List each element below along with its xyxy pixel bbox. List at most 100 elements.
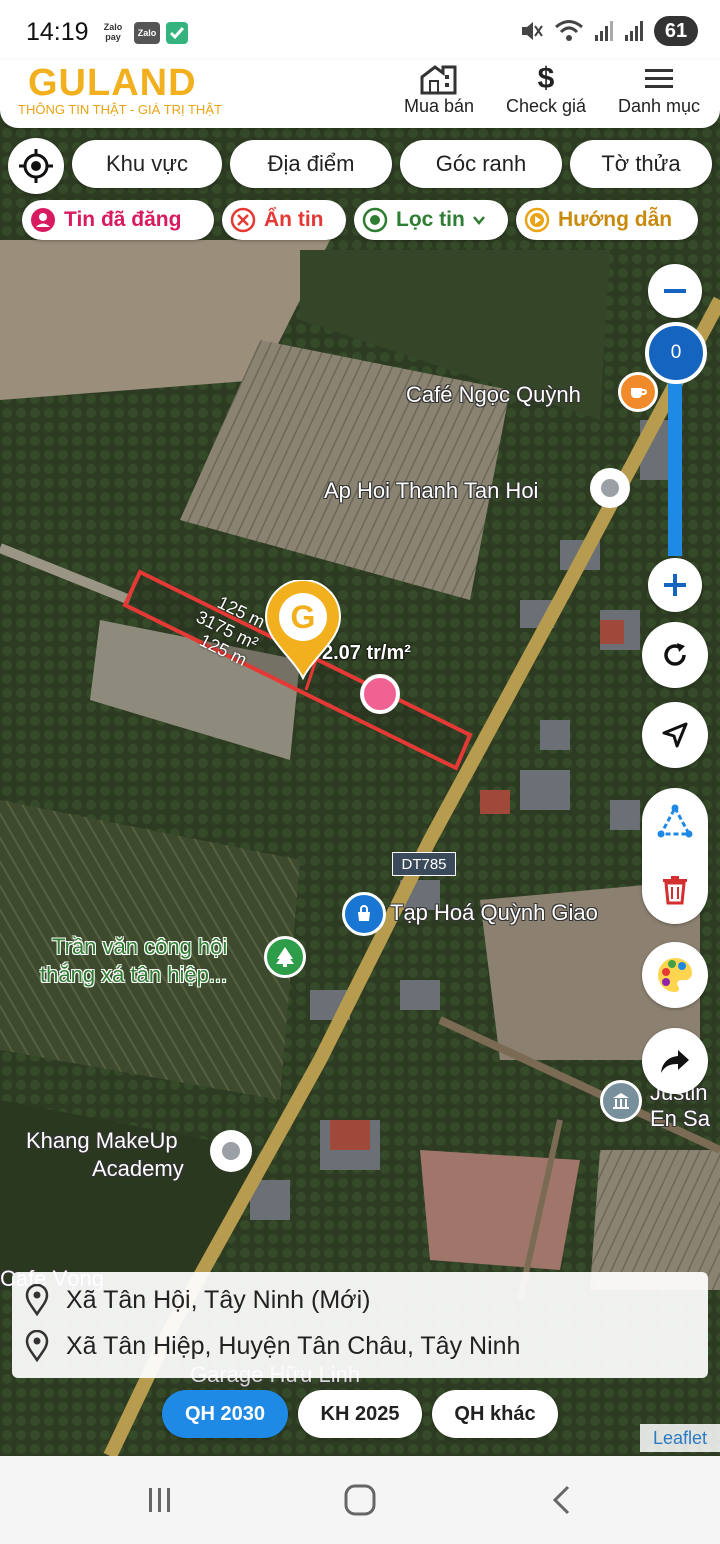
zalopay-label: Zalo pay — [103, 22, 123, 42]
poi-label-cafe[interactable]: Café Ngọc Quỳnh — [406, 382, 581, 408]
map-style-button[interactable] — [642, 942, 708, 1008]
wifi-icon — [555, 20, 583, 41]
address-panel: Xã Tân Hội, Tây Ninh (Mới) Xã Tân Hiệp, … — [12, 1272, 708, 1378]
share-button[interactable] — [642, 1028, 708, 1094]
guland-logo[interactable]: GULAND THÔNG TIN THẬT - GIÁ TRỊ THẬT — [18, 60, 248, 128]
nav-menu[interactable]: Danh mục — [612, 62, 706, 117]
crosshair-icon — [19, 149, 53, 183]
minus-icon — [664, 289, 686, 293]
chip-hide-label: Ẩn tin — [264, 208, 324, 231]
app-header: GULAND THÔNG TIN THẬT - GIÁ TRỊ THẬT Mua… — [0, 60, 720, 128]
tree-icon[interactable] — [264, 936, 306, 978]
store-icon[interactable] — [342, 892, 386, 936]
chip-guide[interactable]: Hướng dẫn — [516, 200, 698, 240]
zoom-in-button[interactable] — [648, 558, 702, 612]
draw-tools-group — [642, 788, 708, 924]
plan-other-button[interactable]: QH khác — [432, 1390, 558, 1438]
poi-label-ap[interactable]: Ap Hoi Thanh Tan Hoi — [324, 478, 538, 504]
refresh-button[interactable] — [642, 622, 708, 688]
chip-posted-label: Tin đã đăng — [64, 208, 182, 231]
recents-button[interactable] — [140, 1480, 180, 1520]
zoom-out-button[interactable] — [648, 264, 702, 318]
address-new: Xã Tân Hội, Tây Ninh (Mới) — [24, 1284, 370, 1316]
plan-qh2030-button[interactable]: QH 2030 — [162, 1390, 288, 1438]
filter-parcel[interactable]: Tờ thửa — [570, 140, 712, 188]
navigation-arrow-icon — [662, 722, 688, 748]
road-label: DT785 — [401, 856, 447, 873]
plus-icon — [664, 574, 686, 596]
address-new-text: Xã Tân Hội, Tây Ninh (Mới) — [66, 1285, 371, 1314]
zalopay-icon: Zalo pay — [100, 22, 126, 44]
status-time: 14:19 — [26, 18, 89, 46]
location-pin-icon — [25, 1284, 49, 1316]
nav-menu-label: Danh mục — [617, 96, 701, 116]
home-button[interactable] — [340, 1480, 380, 1520]
my-location-button[interactable] — [8, 138, 64, 194]
place-pin-icon[interactable] — [210, 1130, 252, 1172]
palette-icon — [657, 958, 693, 992]
status-bar: 14:19 Zalo pay Zalo 61 — [0, 0, 720, 60]
recents-icon — [149, 1488, 170, 1512]
chip-filter-label: Lọc tin — [396, 208, 465, 231]
back-icon — [552, 1485, 570, 1515]
listing-marker[interactable]: G — [264, 579, 342, 681]
signal-icon — [595, 21, 613, 41]
poi-label-makeup-1[interactable]: Khang MakeUp — [26, 1128, 178, 1154]
guland-marker-icon: G — [264, 579, 342, 681]
nav-buy-sell-label: Mua bán — [403, 96, 475, 116]
chip-posted-listings[interactable]: Tin đã đăng — [22, 200, 214, 240]
logo-tagline: THÔNG TIN THẬT - GIÁ TRỊ THẬT — [18, 102, 222, 117]
address-old: Xã Tân Hiệp, Huyện Tân Châu, Tây Ninh — [24, 1330, 520, 1362]
menu-icon — [612, 62, 706, 96]
cafe-icon[interactable] — [618, 372, 658, 412]
poi-label-tree-1[interactable]: Trần văn công hội — [52, 934, 227, 960]
close-circle-icon — [230, 207, 256, 233]
trash-icon — [663, 876, 687, 905]
target-icon — [362, 207, 388, 233]
zalo-icon: Zalo — [134, 22, 160, 44]
poi-label-store[interactable]: Tạp Hoá Quỳnh Giao — [390, 900, 598, 926]
navigate-button[interactable] — [642, 702, 708, 768]
location-pin-icon — [25, 1330, 49, 1362]
zoom-level: 0 — [670, 342, 682, 363]
leaflet-attribution[interactable]: Leaflet — [640, 1424, 720, 1452]
measure-tool-button[interactable] — [655, 802, 695, 842]
logo-text: GULAND — [28, 62, 197, 104]
poi-label-makeup-2[interactable]: Academy — [92, 1156, 184, 1182]
zoom-slider-knob[interactable]: 0 — [645, 322, 707, 384]
pink-location-dot[interactable] — [360, 674, 400, 714]
back-button[interactable] — [542, 1480, 582, 1520]
chip-hide-listings[interactable]: Ẩn tin — [222, 200, 346, 240]
zalo-label: Zalo — [137, 28, 157, 38]
mute-icon — [522, 22, 543, 40]
refresh-icon — [664, 643, 686, 666]
nav-check-price[interactable]: $ Check giá — [500, 62, 592, 117]
status-icons: 61 — [518, 16, 698, 46]
poi-label-justin-2[interactable]: En Sa — [650, 1106, 710, 1132]
house-grid-icon — [398, 62, 480, 96]
home-icon — [344, 1484, 376, 1516]
museum-icon[interactable] — [600, 1080, 642, 1122]
delete-drawing-button[interactable] — [658, 872, 692, 908]
nav-buy-sell[interactable]: Mua bán — [398, 62, 480, 117]
nav-check-price-label: Check giá — [505, 96, 587, 116]
chip-guide-label: Hướng dẫn — [558, 208, 673, 231]
place-pin-icon[interactable] — [590, 468, 630, 508]
play-icon — [524, 207, 550, 233]
chevron-down-icon — [472, 216, 485, 225]
chip-filter-listings[interactable]: Lọc tin — [354, 200, 508, 240]
filter-area[interactable]: Khu vực — [72, 140, 222, 188]
filter-location[interactable]: Địa điểm — [230, 140, 392, 188]
poi-label-tree-2[interactable]: thắng xá tân hiệp... — [40, 962, 227, 988]
share-arrow-icon — [661, 1050, 689, 1073]
user-icon — [31, 208, 55, 232]
dollar-icon: $ — [537, 62, 555, 95]
plan-kh2025-button[interactable]: KH 2025 — [298, 1390, 422, 1438]
signal-icon-2 — [625, 21, 643, 41]
compass-draw-icon — [657, 804, 693, 838]
battery-indicator: 61 — [654, 16, 698, 46]
svg-text:G: G — [291, 599, 316, 635]
filter-boundary[interactable]: Góc ranh — [400, 140, 562, 188]
check-app-icon — [166, 22, 188, 44]
road-shield: DT785 — [392, 852, 456, 876]
